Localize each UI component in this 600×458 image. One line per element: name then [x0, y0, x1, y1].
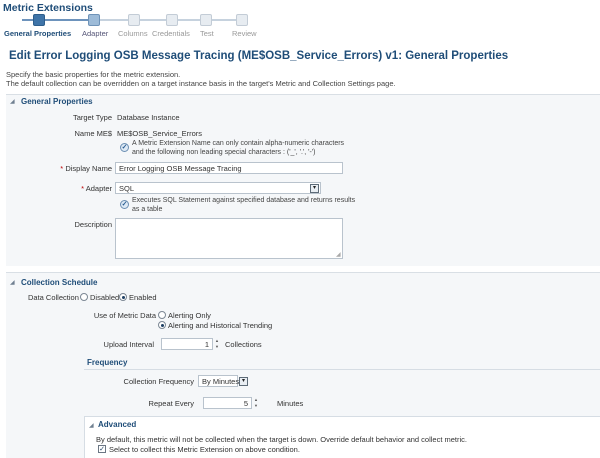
repeat-every-label: Repeat Every: [148, 399, 194, 408]
collect-when-down-label[interactable]: Select to collect this Metric Extension …: [109, 445, 300, 454]
name-note-line2: and the following non leading special ch…: [132, 149, 316, 156]
alerting-historical-radio[interactable]: [158, 321, 166, 329]
display-name-label: * Display Name: [40, 164, 112, 173]
target-type-label: Target Type: [72, 113, 112, 122]
page-title: Edit Error Logging OSB Message Tracing (…: [9, 50, 509, 62]
repeat-every-spinner-icon[interactable]: ▲ ▼: [253, 397, 259, 409]
page-description-line2: The default collection can be overridden…: [6, 79, 396, 88]
advanced-description: By default, this metric will not be coll…: [96, 435, 468, 444]
description-label: Description: [74, 220, 112, 229]
disabled-radio[interactable]: [80, 293, 88, 301]
name-info-icon: ✓: [120, 143, 129, 152]
page-description-line1: Specify the basic properties for the met…: [6, 70, 181, 79]
enabled-radio[interactable]: [119, 293, 127, 301]
collapse-triangle-icon[interactable]: ◢: [10, 279, 15, 286]
name-note-line1: A Metric Extension Name can only contain…: [132, 140, 345, 147]
train-stop-credentials: [166, 14, 178, 26]
adapter-info-icon: ✓: [120, 200, 129, 209]
general-properties-title: General Properties: [21, 97, 93, 106]
advanced-title: Advanced: [98, 420, 137, 429]
display-name-label-text: Display Name: [65, 164, 112, 173]
train-label-columns: Columns: [118, 29, 148, 38]
enabled-radio-label[interactable]: Enabled: [129, 293, 157, 302]
collection-frequency-dropdown-icon[interactable]: ▾: [239, 376, 248, 386]
use-of-metric-label: Use of Metric Data: [93, 311, 156, 320]
upload-interval-unit: Collections: [225, 340, 262, 349]
app-title: Metric Extensions: [3, 2, 93, 14]
upload-interval-label: Upload Interval: [103, 340, 154, 349]
adapter-note-line2: as a table: [132, 206, 163, 213]
collection-frequency-label: Collection Frequency: [123, 377, 194, 386]
collection-schedule-title: Collection Schedule: [21, 278, 98, 287]
adapter-select-value: SQL: [119, 184, 135, 193]
train-label-review: Review: [232, 29, 257, 38]
upload-interval-input[interactable]: 1: [161, 338, 213, 350]
name-value: ME$OSB_Service_Errors: [117, 129, 203, 138]
adapter-dropdown-icon[interactable]: ▾: [310, 183, 319, 193]
collapse-triangle-icon[interactable]: ◢: [10, 98, 15, 105]
upload-interval-spinner-icon[interactable]: ▲ ▼: [214, 338, 220, 350]
alerting-only-label[interactable]: Alerting Only: [168, 311, 211, 320]
train-stop-review: [236, 14, 248, 26]
frequency-title: Frequency: [87, 358, 128, 367]
required-marker: *: [81, 184, 85, 193]
adapter-select[interactable]: SQL: [115, 182, 321, 194]
repeat-every-unit: Minutes: [277, 399, 304, 408]
train-stop-columns: [128, 14, 140, 26]
adapter-label-text: Adapter: [85, 184, 112, 193]
collection-frequency-select[interactable]: By Minutes: [198, 375, 240, 387]
train-label-adapter[interactable]: Adapter: [82, 29, 108, 38]
collection-frequency-value: By Minutes: [202, 377, 240, 386]
train-stop-adapter[interactable]: [88, 14, 100, 26]
resize-grip-icon[interactable]: ◢: [336, 252, 342, 258]
name-note: A Metric Extension Name can only contain…: [132, 139, 344, 157]
display-name-input[interactable]: Error Logging OSB Message Tracing: [115, 162, 343, 174]
target-type-value: Database Instance: [117, 113, 180, 122]
adapter-label: * Adapter: [40, 184, 112, 193]
train-stop-test: [200, 14, 212, 26]
train-progress: [22, 19, 88, 21]
required-marker: *: [60, 164, 64, 173]
disabled-radio-label[interactable]: Disabled: [90, 293, 119, 302]
data-collection-label: Data Collection: [28, 293, 79, 302]
description-textarea[interactable]: [115, 218, 343, 259]
collect-when-down-checkbox[interactable]: ✓: [98, 445, 106, 453]
adapter-note-line1: Executes SQL Statement against specified…: [132, 197, 356, 204]
adapter-note: Executes SQL Statement against specified…: [132, 196, 355, 214]
train-stop-general-properties[interactable]: [33, 14, 45, 26]
name-label: Name ME$: [74, 129, 112, 138]
alerting-only-radio[interactable]: [158, 311, 166, 319]
train-label-test: Test: [200, 29, 214, 38]
train-label-general-properties[interactable]: General Properties: [4, 29, 71, 38]
frequency-divider: [84, 369, 600, 370]
repeat-every-input[interactable]: 5: [203, 397, 252, 409]
alerting-historical-label[interactable]: Alerting and Historical Trending: [168, 321, 272, 330]
collapse-triangle-icon[interactable]: ◢: [89, 422, 94, 429]
train-label-credentials: Credentials: [152, 29, 190, 38]
